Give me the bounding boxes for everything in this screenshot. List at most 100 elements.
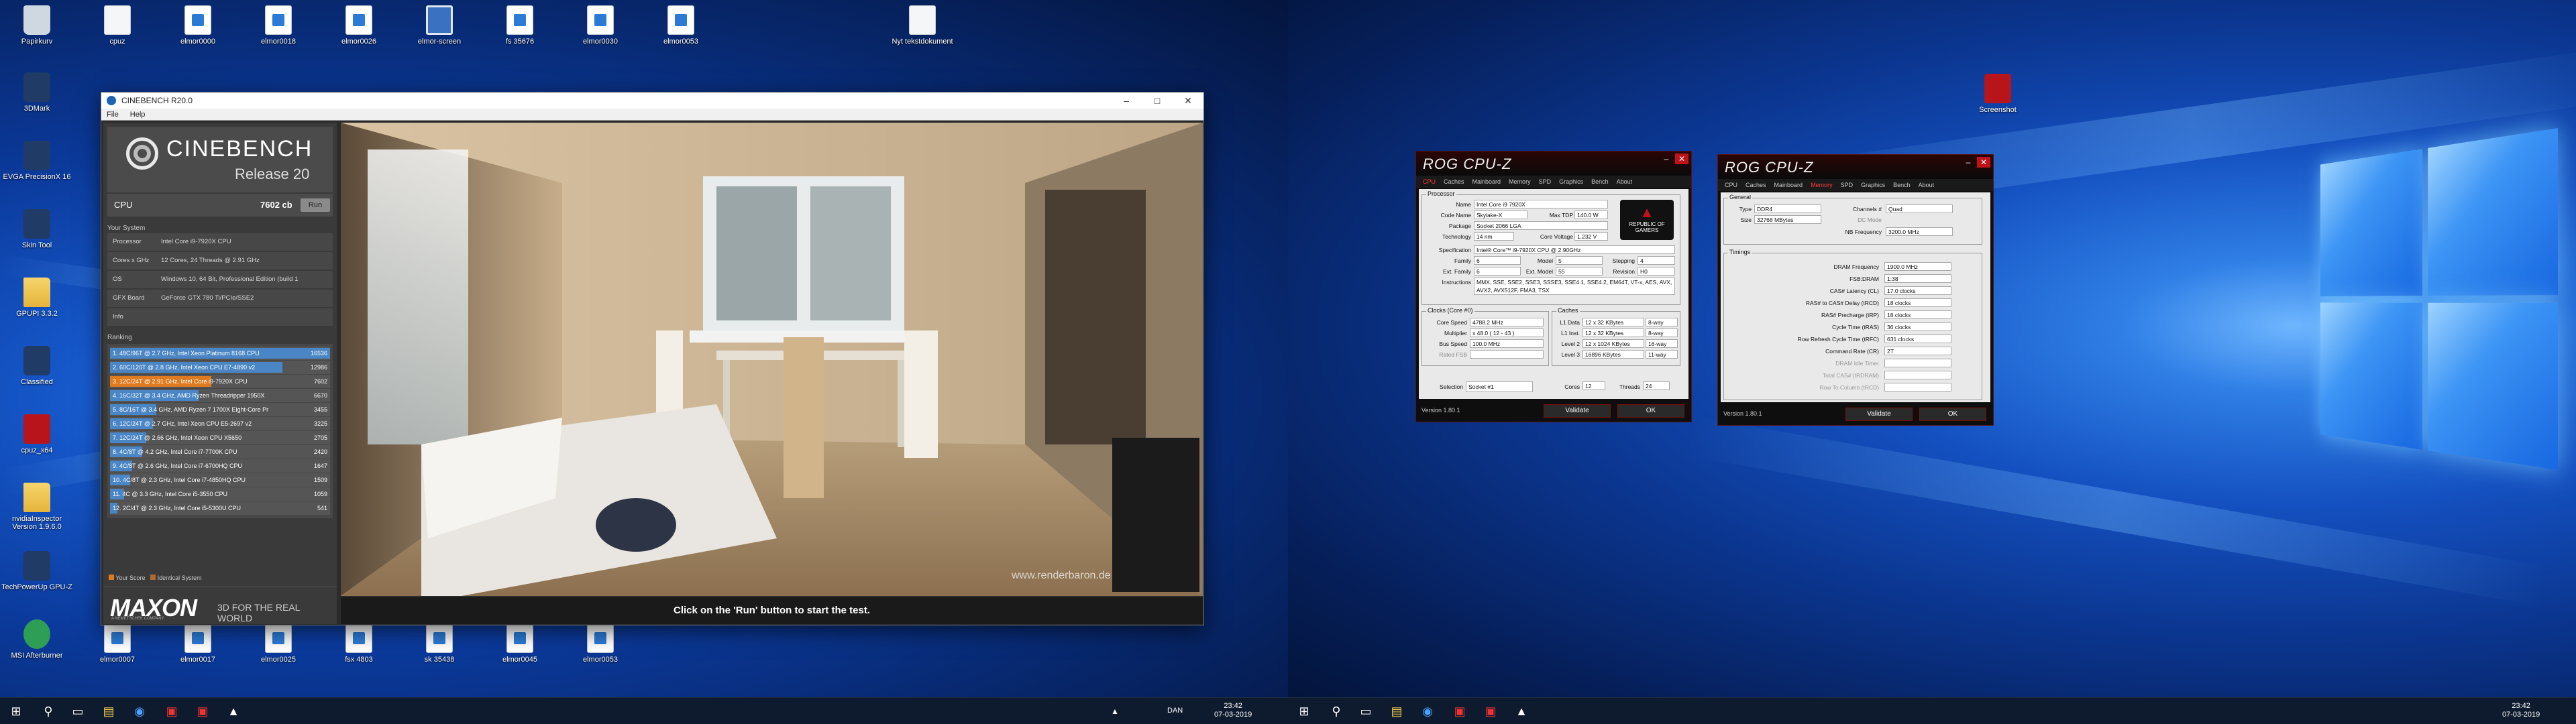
- run-button[interactable]: Run: [301, 198, 330, 212]
- ranking-row[interactable]: 6. 12C/24T @ 2.7 GHz, Intel Xeon CPU E5-…: [110, 417, 330, 430]
- desktop-icon[interactable]: elmor0030: [564, 5, 637, 46]
- ranking-row[interactable]: 4. 16C/32T @ 3.4 GHz, AMD Ryzen Threadri…: [110, 389, 330, 402]
- windows-start-icon[interactable]: ⊞: [8, 703, 24, 719]
- ranking-row[interactable]: 7. 12C/24T @ 2.66 GHz, Intel Xeon CPU X5…: [110, 431, 330, 444]
- desktop-icon[interactable]: EVGA PrecisionX 16: [0, 141, 74, 181]
- tab-mainboard[interactable]: Mainboard: [1770, 179, 1807, 191]
- cpuz-task-icon-2[interactable]: ▣: [195, 703, 211, 719]
- desktop-icon[interactable]: sk 35438: [402, 623, 476, 664]
- tray-icons[interactable]: ▲: [1107, 703, 1123, 719]
- cpuz-task-icon-2[interactable]: ▣: [1483, 703, 1499, 719]
- desktop-icon[interactable]: elmor0017: [161, 623, 235, 664]
- desktop-icon[interactable]: elmor0026: [322, 5, 396, 46]
- level-2: 12 x 1024 KBytes: [1582, 339, 1644, 348]
- validate-button[interactable]: Validate: [1544, 404, 1611, 418]
- clock[interactable]: 23:42 07-03-2019: [1214, 702, 1252, 719]
- validate-button[interactable]: Validate: [1845, 408, 1913, 421]
- ranking-row[interactable]: 8. 4C/8T @ 4.2 GHz, Intel Core i7-7700K …: [110, 445, 330, 459]
- desktop-icon[interactable]: elmor0018: [241, 5, 315, 46]
- cinebench-titlebar[interactable]: CINEBENCH R20.0 – □ ✕: [101, 93, 1203, 109]
- desktop-icon[interactable]: elmor0045: [483, 623, 557, 664]
- ranking-row[interactable]: 2. 60C/120T @ 2.8 GHz, Intel Xeon CPU E7…: [110, 361, 330, 374]
- tab-caches[interactable]: Caches: [1741, 179, 1770, 191]
- desktop-icon[interactable]: cpuz: [80, 5, 154, 46]
- clock[interactable]: 23:42 07-03-2019: [2502, 702, 2540, 719]
- minimize-button[interactable]: –: [1962, 157, 1974, 168]
- desktop-icon-label: elmor0000: [180, 38, 215, 46]
- ranking-row[interactable]: 3. 12C/24T @ 2.91 GHz, Intel Core i9-792…: [110, 375, 330, 388]
- socket-select[interactable]: Socket #1: [1466, 381, 1533, 392]
- file-explorer-icon[interactable]: ▤: [101, 703, 117, 719]
- desktop-icon[interactable]: elmor0007: [80, 623, 154, 664]
- search-icon[interactable]: ⚲: [1328, 703, 1344, 719]
- minimize-button[interactable]: –: [1660, 154, 1672, 164]
- desktop-icon-label: cpuz_x64: [21, 446, 53, 455]
- ranking-row[interactable]: 9. 4C/8T @ 2.6 GHz, Intel Core i7-6700HQ…: [110, 459, 330, 473]
- minimize-button[interactable]: –: [1111, 93, 1142, 109]
- desktop-icon[interactable]: fs 35676: [483, 5, 557, 46]
- desktop-icon[interactable]: Papirkurv: [0, 5, 74, 46]
- channels: Quad: [1886, 204, 1953, 213]
- desktop-icon[interactable]: MSI Afterburner: [0, 619, 74, 660]
- ranking-row[interactable]: 11. 4C @ 3.3 GHz, Intel Core i5-3550 CPU…: [110, 487, 330, 501]
- ranking-row[interactable]: 5. 8C/16T @ 3.4 GHz, AMD Ryzen 7 1700X E…: [110, 403, 330, 416]
- desktop-icon[interactable]: elmor0053: [564, 623, 637, 664]
- desktop-icon-label: Papirkurv: [21, 38, 53, 46]
- tab-cpu[interactable]: CPU: [1721, 179, 1741, 191]
- multiplier: x 48.0 ( 12 - 43 ): [1470, 328, 1544, 337]
- file-explorer-icon[interactable]: ▤: [1389, 703, 1405, 719]
- desktop-icon[interactable]: Skin Tool: [0, 209, 74, 249]
- menu-help[interactable]: Help: [130, 111, 146, 119]
- tab-graphics[interactable]: Graphics: [1857, 179, 1889, 191]
- desktop-icon[interactable]: elmor0025: [241, 623, 315, 664]
- tab-spd[interactable]: SPD: [1837, 179, 1858, 191]
- desktop-icon[interactable]: elmor0053: [644, 5, 718, 46]
- tab-about[interactable]: About: [1613, 176, 1637, 188]
- close-button[interactable]: ✕: [1173, 93, 1203, 109]
- desktop-icon[interactable]: Nyt tekstdokument: [885, 5, 959, 46]
- cpuz-titlebar[interactable]: ROG CPU-Z – ✕: [1416, 152, 1691, 176]
- cinebench-task-icon[interactable]: ◉: [1419, 703, 1436, 719]
- desktop-icon[interactable]: TechPowerUp GPU-Z: [0, 551, 74, 591]
- tab-memory[interactable]: Memory: [1505, 176, 1535, 188]
- task-view-icon[interactable]: ▭: [70, 703, 86, 719]
- cinebench-task-icon[interactable]: ◉: [131, 703, 148, 719]
- search-icon[interactable]: ⚲: [40, 703, 56, 719]
- desktop-icon-screenshot[interactable]: Screenshot: [1961, 74, 2035, 114]
- tab-bench[interactable]: Bench: [1889, 179, 1915, 191]
- ok-button[interactable]: OK: [1919, 408, 1986, 421]
- desktop-icon[interactable]: 3DMark: [0, 72, 74, 113]
- cpuz-task-icon[interactable]: ▣: [1452, 703, 1468, 719]
- desktop-icon[interactable]: elmor-screen: [402, 5, 476, 46]
- desktop-icon[interactable]: Classified: [0, 346, 74, 386]
- tab-caches[interactable]: Caches: [1440, 176, 1468, 188]
- windows-start-icon[interactable]: ⊞: [1296, 703, 1312, 719]
- tab-mainboard[interactable]: Mainboard: [1468, 176, 1505, 188]
- tab-bench[interactable]: Bench: [1587, 176, 1613, 188]
- ranking-score: 16536: [310, 350, 327, 357]
- menu-file[interactable]: File: [107, 111, 119, 119]
- desktop-icon[interactable]: GPUPI 3.3.2: [0, 278, 74, 318]
- tab-about[interactable]: About: [1915, 179, 1939, 191]
- tab-cpu[interactable]: CPU: [1419, 176, 1440, 188]
- close-button[interactable]: ✕: [1675, 154, 1688, 164]
- ranking-row[interactable]: 12. 2C/4T @ 2.3 GHz, Intel Core i5-5300U…: [110, 501, 330, 515]
- desktop-icon[interactable]: fsx 4803: [322, 623, 396, 664]
- tab-spd[interactable]: SPD: [1535, 176, 1556, 188]
- cpuz-titlebar[interactable]: ROG CPU-Z – ✕: [1718, 155, 1993, 179]
- tab-memory[interactable]: Memory: [1807, 179, 1837, 191]
- close-button[interactable]: ✕: [1977, 157, 1990, 168]
- desktop-icon[interactable]: cpuz_x64: [0, 414, 74, 455]
- language-indicator[interactable]: DAN: [1167, 707, 1183, 715]
- cpuz-task-icon[interactable]: ▣: [164, 703, 180, 719]
- photos-task-icon[interactable]: ▲: [1513, 703, 1529, 719]
- tab-graphics[interactable]: Graphics: [1555, 176, 1587, 188]
- task-view-icon[interactable]: ▭: [1358, 703, 1374, 719]
- maximize-button[interactable]: □: [1142, 93, 1173, 109]
- photos-task-icon[interactable]: ▲: [225, 703, 241, 719]
- ranking-row[interactable]: 10. 4C/8T @ 2.3 GHz, Intel Core i7-4850H…: [110, 473, 330, 487]
- desktop-icon[interactable]: nvidiaInspector Version 1.9.6.0: [0, 483, 74, 531]
- ok-button[interactable]: OK: [1617, 404, 1684, 418]
- desktop-icon[interactable]: elmor0000: [161, 5, 235, 46]
- ranking-row[interactable]: 1. 48C/96T @ 2.7 GHz, Intel Xeon Platinu…: [110, 347, 330, 360]
